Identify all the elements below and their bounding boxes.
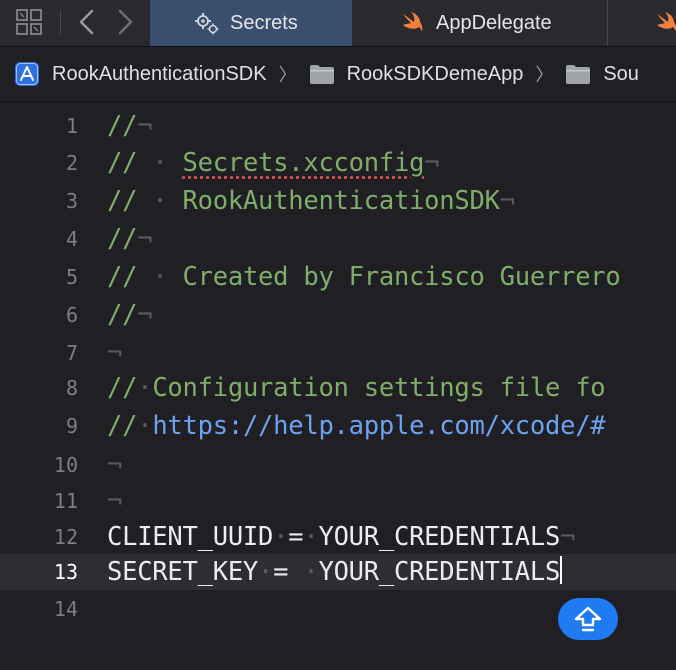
setting-value: YOUR_CREDENTIALS — [318, 522, 561, 552]
comment-text: RookAuthenticationSDK — [182, 186, 500, 216]
tab-divider — [60, 10, 61, 34]
tab-secrets[interactable]: Secrets — [150, 0, 352, 46]
comment-link[interactable]: https://help.apple.com/xcode/# — [152, 411, 605, 441]
newline-marker: ¬ — [107, 450, 123, 480]
comment-marker: // — [107, 262, 138, 292]
line-number: 6 — [65, 303, 78, 327]
comment-text: Created by Francisco Guerrero — [182, 262, 621, 292]
arrow-up-icon — [574, 606, 602, 632]
breadcrumb-item-project[interactable]: RookAuthenticationSDK — [14, 61, 267, 87]
breadcrumb: RookAuthenticationSDK 〉 RookSDKDemeApp 〉… — [0, 47, 676, 102]
code-line-current[interactable]: 13 SECRET_KEY·= ·YOUR_CREDENTIALS — [0, 554, 676, 590]
line-number: 10 — [53, 453, 78, 477]
line-number: 14 — [53, 597, 78, 621]
folder-icon — [309, 65, 334, 84]
setting-value: YOUR_CREDENTIALS — [318, 557, 561, 587]
line-number: 9 — [65, 414, 78, 438]
breadcrumb-label: Sou — [603, 62, 639, 85]
comment-marker: // — [107, 300, 138, 330]
text-cursor — [560, 556, 563, 584]
related-items-grid-icon[interactable] — [16, 9, 42, 35]
newline-marker: ¬ — [137, 300, 153, 330]
newline-marker: ¬ — [137, 224, 153, 254]
folder-icon — [566, 65, 591, 84]
line-number: 1 — [65, 114, 78, 138]
line-number: 3 — [65, 189, 78, 213]
breadcrumb-item-sources-folder[interactable]: Sou — [565, 63, 639, 86]
code-line[interactable]: 1 //¬ — [0, 108, 676, 144]
line-number: 4 — [65, 227, 78, 251]
line-number: 13 — [53, 560, 78, 584]
comment-marker: // — [107, 111, 138, 141]
newline-marker: ¬ — [499, 186, 515, 216]
code-line[interactable]: 4 //¬ — [0, 221, 676, 257]
line-number: 2 — [65, 151, 78, 175]
code-line[interactable]: 7 ¬ — [0, 335, 676, 371]
code-line[interactable]: 8 //·Configuration settings file fo — [0, 370, 676, 406]
code-line[interactable]: 3 // · RookAuthenticationSDK¬ — [0, 183, 676, 219]
breadcrumb-item-app-folder[interactable]: RookSDKDemeApp — [309, 62, 524, 86]
line-number: 11 — [53, 489, 78, 513]
code-line[interactable]: 6 //¬ — [0, 297, 676, 333]
newline-marker: ¬ — [107, 486, 123, 516]
code-line[interactable]: 5 // · Created by Francisco Guerrero — [0, 259, 676, 295]
breadcrumb-chevron-icon: 〉 — [535, 65, 554, 85]
newline-marker: ¬ — [424, 148, 440, 178]
newline-marker: ¬ — [137, 111, 153, 141]
code-editor[interactable]: 1 //¬ 2 // · Secrets.xcconfig¬ 3 // · Ro… — [0, 102, 676, 670]
comment-marker: // — [107, 148, 138, 178]
comment-marker: // — [107, 224, 138, 254]
breadcrumb-label: RookAuthenticationSDK — [52, 62, 267, 85]
chevron-left-icon[interactable] — [76, 8, 96, 36]
swift-icon — [657, 12, 676, 32]
code-line[interactable]: 10 ¬ — [0, 447, 676, 483]
comment-marker: // — [107, 373, 138, 403]
tab-label: Secrets — [230, 11, 298, 34]
tab-label: AppDelegate — [436, 11, 552, 34]
line-number: 7 — [65, 341, 78, 365]
line-number: 12 — [53, 525, 78, 549]
setting-key: SECRET_KEY — [107, 557, 259, 587]
code-line[interactable]: 9 //·https://help.apple.com/xcode/# — [0, 408, 676, 444]
assign-operator: = — [288, 522, 304, 552]
chevron-right-icon[interactable] — [116, 8, 136, 36]
tab-swift-file[interactable] — [654, 0, 676, 46]
tab-bar: Secrets AppDelegate — [0, 0, 676, 47]
app-project-icon — [15, 62, 39, 86]
comment-marker: // — [107, 411, 138, 441]
gears-icon — [195, 13, 219, 35]
code-line[interactable]: 11 ¬ — [0, 483, 676, 519]
scroll-to-top-button[interactable] — [558, 598, 618, 640]
comment-text: Secrets.xcconfig — [182, 148, 425, 178]
comment-marker: // — [107, 186, 138, 216]
newline-marker: ¬ — [107, 338, 123, 368]
code-line[interactable]: 2 // · Secrets.xcconfig¬ — [0, 145, 676, 181]
swift-icon — [403, 12, 423, 32]
breadcrumb-label: RookSDKDemeApp — [346, 62, 524, 85]
setting-key: CLIENT_UUID — [107, 522, 274, 552]
breadcrumb-chevron-icon: 〉 — [278, 65, 297, 85]
line-number: 5 — [65, 265, 78, 289]
comment-text: Configuration settings file fo — [152, 373, 606, 403]
newline-marker: ¬ — [560, 522, 576, 552]
line-number: 8 — [65, 376, 78, 400]
assign-operator: = — [273, 557, 289, 587]
tab-appdelegate[interactable]: AppDelegate — [352, 0, 608, 46]
code-line[interactable]: 12 CLIENT_UUID·=·YOUR_CREDENTIALS¬ — [0, 519, 676, 555]
